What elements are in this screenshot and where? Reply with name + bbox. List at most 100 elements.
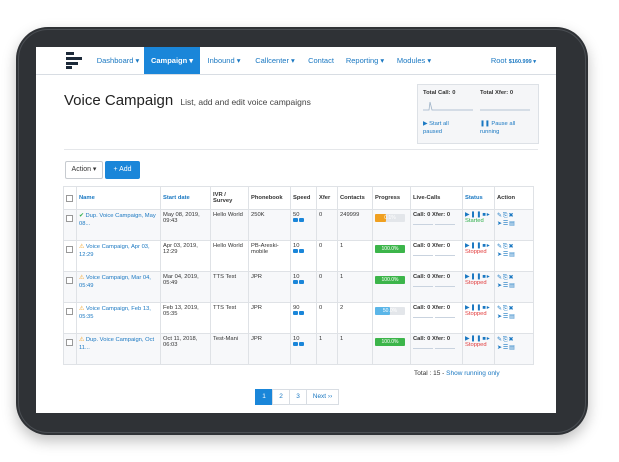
nav-campaign[interactable]: Campaign ▾ [144, 47, 200, 74]
live-call-sparkline [413, 317, 433, 318]
progress-label: 50.0% [382, 308, 398, 314]
speed-down-button[interactable] [299, 311, 304, 315]
action-cell: ✎⎘✖ ➤☰▤ [494, 271, 534, 303]
nav-reporting[interactable]: Reporting ▾ [341, 47, 389, 74]
table-header-row: Name Start date IVR / Survey Phonebook S… [63, 186, 534, 210]
ivr-cell: Hello World [210, 240, 249, 272]
total-count: Total : 15 - [414, 370, 447, 377]
delete-icon[interactable]: ✖ [509, 244, 515, 250]
pause-all-running-link[interactable]: ❚❚ Pause all running [480, 120, 528, 136]
status-cell: ▶❚❚■▸ Started [462, 209, 495, 241]
row-checkbox[interactable] [66, 215, 73, 222]
show-running-only-link[interactable]: Show running only [446, 370, 499, 377]
start-date-cell: Mar 04, 2019, 05:49 [160, 271, 211, 303]
more-icon[interactable]: ▸ [487, 243, 491, 249]
table-row: ⚠ Voice Campaign, Feb 13, 05:35 Feb 13, 2… [63, 302, 534, 334]
progress-cell: 100.0% [372, 333, 411, 365]
progress-bar: 100.0% [375, 338, 405, 346]
row-select-cell[interactable] [63, 209, 77, 241]
live-calls-cell: Call: 0 Xfer: 0 [410, 271, 463, 303]
progress-bar: 50.0% [375, 307, 405, 315]
live-xfer-sparkline [434, 255, 455, 256]
select-all-header[interactable] [63, 186, 77, 210]
chart-icon[interactable]: ▤ [509, 252, 515, 258]
name-cell[interactable]: ✔ Dup. Voice Campaign, May 08... [76, 209, 161, 241]
table-footer: Total : 15 - Show running only [414, 370, 500, 377]
campaign-name-link[interactable]: Voice Campaign, Feb 13, 05:35 [79, 306, 151, 320]
row-select-cell[interactable] [63, 302, 77, 334]
campaign-name-link[interactable]: Voice Campaign, Apr 03, 12:29 [79, 244, 150, 258]
more-icon[interactable]: ▸ [487, 336, 491, 342]
action-cell: ✎⎘✖ ➤☰▤ [494, 302, 534, 334]
speed-up-button[interactable] [293, 311, 298, 315]
live-calls-cell: Call: 0 Xfer: 0 [410, 333, 463, 365]
name-cell[interactable]: ⚠ Voice Campaign, Apr 03, 12:29 [76, 240, 161, 272]
table-row: ✔ Dup. Voice Campaign, May 08... May 08, … [63, 209, 534, 241]
live-calls-cell: Call: 0 Xfer: 0 [410, 209, 463, 241]
row-checkbox[interactable] [66, 308, 73, 315]
action-dropdown-button[interactable]: Action ▾ [65, 161, 103, 179]
delete-icon[interactable]: ✖ [509, 275, 515, 281]
page-2-button[interactable]: 2 [272, 389, 290, 405]
warning-icon: ⚠ [79, 337, 85, 343]
chart-icon[interactable]: ▤ [509, 283, 515, 289]
speed-down-button[interactable] [299, 280, 304, 284]
warning-icon: ⚠ [79, 306, 85, 312]
more-icon[interactable]: ▸ [487, 212, 491, 218]
nav-modules[interactable]: Modules ▾ [392, 47, 436, 74]
speed-up-button[interactable] [293, 218, 298, 222]
campaign-name-link[interactable]: Dup. Voice Campaign, Oct 11... [79, 337, 154, 351]
divider [64, 149, 538, 150]
add-campaign-button[interactable]: + Add [105, 161, 140, 179]
status-text: Started [465, 218, 484, 224]
col-action: Action [494, 186, 534, 210]
live-xfer-sparkline [434, 224, 455, 225]
speed-down-button[interactable] [299, 342, 304, 346]
delete-icon[interactable]: ✖ [509, 213, 515, 219]
col-status[interactable]: Status [462, 186, 495, 210]
name-cell[interactable]: ⚠ Voice Campaign, Mar 04, 05:49 [76, 271, 161, 303]
start-date-cell: Oct 11, 2018, 06:03 [160, 333, 211, 365]
campaign-name-link[interactable]: Voice Campaign, Mar 04, 05:49 [79, 275, 151, 289]
name-cell[interactable]: ⚠ Voice Campaign, Feb 13, 05:35 [76, 302, 161, 334]
chart-icon[interactable]: ▤ [509, 314, 515, 320]
row-select-cell[interactable] [63, 240, 77, 272]
chart-icon[interactable]: ▤ [509, 221, 515, 227]
nav-dashboard[interactable]: Dashboard ▾ [94, 47, 142, 74]
more-icon[interactable]: ▸ [487, 305, 491, 311]
status-cell: ▶❚❚■▸ Stopped [462, 302, 495, 334]
page-3-button[interactable]: 3 [289, 389, 307, 405]
xfer-cell: 0 [316, 240, 338, 272]
app-logo-icon[interactable] [66, 52, 84, 69]
next-page-button[interactable]: Next ›› [306, 389, 339, 405]
progress-bar: 0.1% [375, 214, 405, 222]
live-call-count: Call: 0 [413, 305, 431, 311]
speed-up-button[interactable] [293, 249, 298, 253]
chart-icon[interactable]: ▤ [509, 345, 515, 351]
delete-icon[interactable]: ✖ [509, 306, 515, 312]
row-select-cell[interactable] [63, 271, 77, 303]
campaign-name-link[interactable]: Dup. Voice Campaign, May 08... [79, 213, 156, 227]
row-checkbox[interactable] [66, 246, 73, 253]
user-menu[interactable]: Root $160.999 ▾ [491, 47, 536, 74]
col-start-date[interactable]: Start date [160, 186, 211, 210]
speed-down-button[interactable] [299, 218, 304, 222]
delete-icon[interactable]: ✖ [509, 337, 515, 343]
nav-inbound[interactable]: Inbound ▾ [202, 47, 246, 74]
nav-contact[interactable]: Contact [304, 47, 338, 74]
page-1-button[interactable]: 1 [255, 389, 273, 405]
start-all-paused-link[interactable]: ▶ Start all paused [423, 120, 463, 136]
row-checkbox[interactable] [66, 277, 73, 284]
speed-up-button[interactable] [293, 342, 298, 346]
name-cell[interactable]: ⚠ Dup. Voice Campaign, Oct 11... [76, 333, 161, 365]
user-balance: $160.999 ▾ [508, 59, 536, 65]
row-select-cell[interactable] [63, 333, 77, 365]
col-name[interactable]: Name [76, 186, 161, 210]
speed-up-button[interactable] [293, 280, 298, 284]
nav-callcenter[interactable]: Callcenter ▾ [249, 47, 301, 74]
speed-down-button[interactable] [299, 249, 304, 253]
row-checkbox[interactable] [66, 339, 73, 346]
more-icon[interactable]: ▸ [487, 274, 491, 280]
live-xfer-sparkline [434, 348, 455, 349]
select-all-checkbox[interactable] [66, 195, 73, 202]
